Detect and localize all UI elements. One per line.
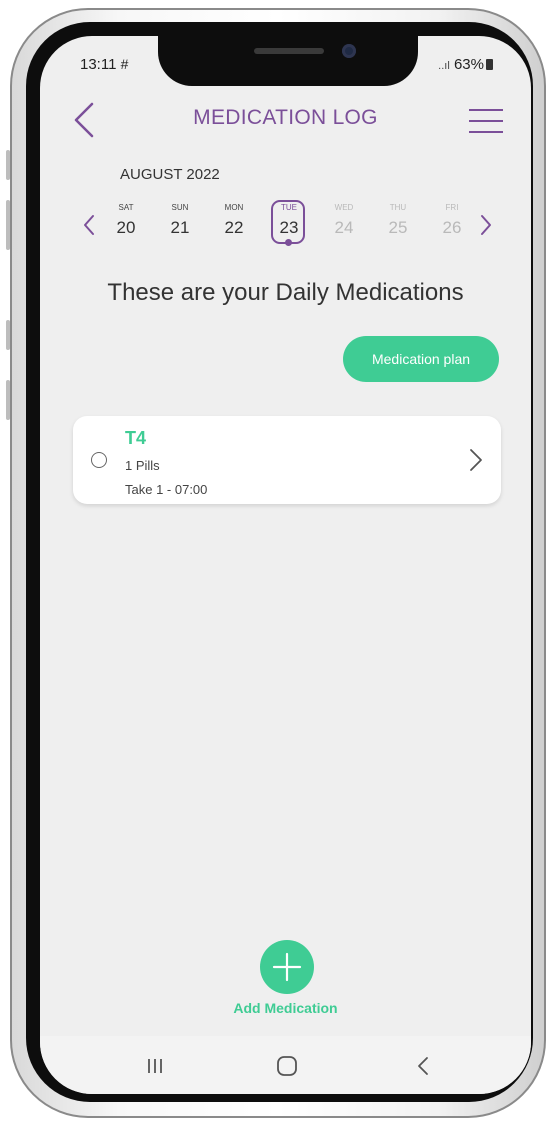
- selected-day-frame: [271, 200, 305, 244]
- day-name: FRI: [445, 203, 459, 212]
- calendar-day-thu[interactable]: THU 25: [378, 202, 418, 238]
- day-number: 24: [334, 218, 354, 237]
- day-name: SAT: [118, 203, 134, 212]
- page-title: MEDICATION LOG: [193, 106, 378, 129]
- chevron-right-icon: [470, 449, 482, 471]
- back-nav-button[interactable]: [408, 1054, 438, 1078]
- medication-plan-button[interactable]: Medication plan: [343, 336, 499, 382]
- medication-card[interactable]: T4 1 Pills Take 1 - 07:00: [73, 416, 501, 504]
- day-number: 20: [116, 218, 136, 237]
- hash-icon: #: [120, 56, 129, 72]
- chevron-left-icon: [84, 215, 94, 235]
- medication-name: T4: [125, 428, 147, 448]
- day-number: 21: [170, 218, 190, 237]
- battery-level: 63%: [453, 56, 484, 73]
- status-indicators: ..ıl 63%: [438, 56, 493, 73]
- recent-apps-button[interactable]: [140, 1054, 170, 1078]
- camera-notch: [158, 36, 418, 86]
- home-button[interactable]: [272, 1054, 302, 1078]
- calendar-day-fri[interactable]: FRI 26: [432, 202, 472, 238]
- recent-apps-icon: [148, 1059, 162, 1073]
- status-time: 13:11 #: [80, 56, 129, 73]
- calendar-next-button[interactable]: [479, 214, 493, 236]
- day-number: 22: [224, 218, 244, 237]
- home-icon: [277, 1056, 297, 1076]
- calendar-day-wed[interactable]: WED 24: [324, 202, 364, 238]
- medication-schedule: Take 1 - 07:00: [125, 482, 208, 497]
- calendar-prev-button[interactable]: [82, 214, 96, 236]
- calendar-day-mon[interactable]: MON 22: [214, 202, 254, 238]
- calendar-day-sun[interactable]: SUN 21: [160, 202, 200, 238]
- battery-icon: [486, 59, 493, 70]
- day-number: 25: [388, 218, 408, 237]
- system-nav-bar: [40, 1036, 531, 1094]
- speaker-grille: [254, 48, 324, 54]
- app-screen: 13:11 # ..ıl 63% MEDICATION LOG AUGUST 2…: [40, 36, 531, 1094]
- day-name: SUN: [171, 203, 189, 212]
- section-title: These are your Daily Medications: [107, 279, 464, 306]
- add-medication-label[interactable]: Add Medication: [40, 1000, 531, 1016]
- day-number: 26: [442, 218, 462, 237]
- day-name: WED: [334, 203, 354, 212]
- add-medication-button[interactable]: [260, 940, 314, 994]
- calendar-day-tue-selected[interactable]: TUE 23: [269, 200, 309, 246]
- side-button: [6, 380, 10, 420]
- month-label: AUGUST 2022: [120, 166, 220, 183]
- day-name: MON: [224, 203, 244, 212]
- medication-dose: 1 Pills: [125, 458, 160, 473]
- selected-day-dot: [285, 239, 292, 246]
- back-icon: [418, 1057, 428, 1075]
- front-camera: [342, 44, 356, 58]
- signal-icon: ..ıl: [438, 60, 450, 72]
- day-name: THU: [389, 203, 407, 212]
- chevron-right-icon: [481, 215, 491, 235]
- medication-taken-radio[interactable]: [91, 452, 107, 468]
- calendar-day-sat[interactable]: SAT 20: [106, 202, 146, 238]
- menu-button[interactable]: [469, 108, 503, 134]
- medication-details-button[interactable]: [469, 448, 483, 472]
- hamburger-menu-icon: [469, 109, 503, 133]
- side-button: [6, 320, 10, 350]
- side-button: [6, 200, 10, 250]
- side-button: [6, 150, 10, 180]
- plus-icon: [272, 952, 302, 982]
